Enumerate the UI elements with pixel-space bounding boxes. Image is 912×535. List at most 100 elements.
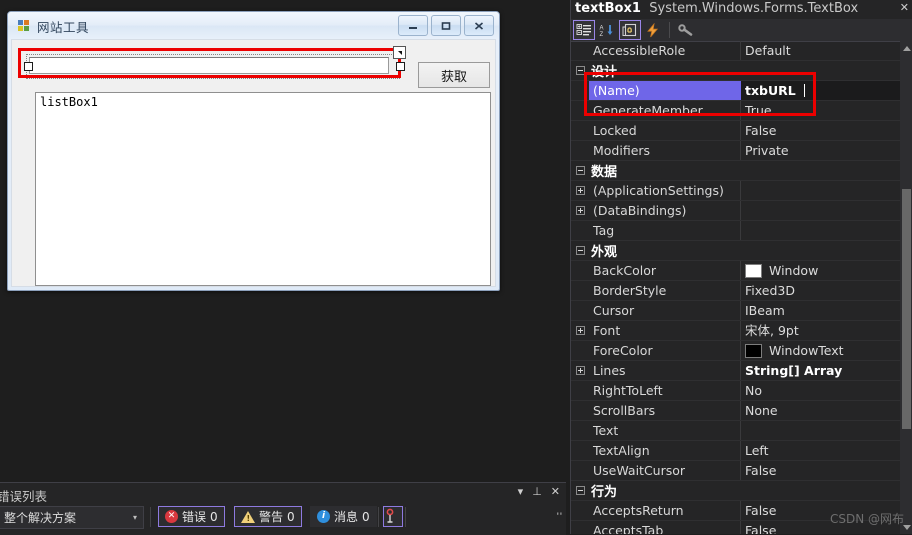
errors-count: 0 [210, 509, 218, 524]
properties-window[interactable]: textBox1 System.Windows.Forms.TextBox ✕ [570, 0, 912, 534]
property-category-10[interactable]: 外观 [571, 241, 900, 261]
property-row-cursor[interactable]: Cursor IBeam [571, 301, 900, 321]
close-icon[interactable]: ✕ [900, 1, 909, 14]
property-value[interactable] [741, 221, 900, 240]
winform-window-buttons[interactable] [398, 15, 494, 36]
category-collapse-icon[interactable] [571, 241, 589, 260]
chevron-down-icon[interactable]: ▾ [518, 486, 524, 498]
winform-titlebar[interactable]: 网站工具 [8, 12, 499, 39]
alphabetical-sort-icon[interactable]: A Z [596, 20, 618, 40]
warnings-filter-button[interactable]: 警告 0 [234, 506, 302, 527]
property-value[interactable]: None [741, 401, 900, 420]
property-name: ForeColor [589, 341, 741, 360]
property-value[interactable]: txbURL [741, 81, 900, 100]
property-row-tag[interactable]: Tag [571, 221, 900, 241]
property-value[interactable]: Left [741, 441, 900, 460]
expand-icon[interactable] [571, 321, 589, 340]
scope-dropdown[interactable]: 整个解决方案 ▾ [0, 506, 144, 529]
properties-grid[interactable]: AccessibleRole Default 设计 (Name) txbURL Gener… [571, 41, 900, 534]
property-row-scrollbars[interactable]: ScrollBars None [571, 401, 900, 421]
property-category-22[interactable]: 行为 [571, 481, 900, 501]
property-value[interactable]: IBeam [741, 301, 900, 320]
properties-page-icon[interactable] [619, 20, 641, 40]
property-value[interactable]: 宋体, 9pt [741, 321, 900, 340]
property-row-font[interactable]: Font 宋体, 9pt [571, 321, 900, 341]
winform-preview-window[interactable]: 网站工具 获取 listBox1 [7, 11, 500, 291]
property-value-text: None [745, 403, 778, 418]
property-row-textalign[interactable]: TextAlign Left [571, 441, 900, 461]
expand-icon[interactable] [571, 181, 589, 200]
expand-icon[interactable] [571, 201, 589, 220]
property-value-text: False [745, 503, 777, 518]
properties-toolbar[interactable]: A Z [571, 19, 912, 42]
property-category-1[interactable]: 设计 [571, 61, 900, 81]
property-value[interactable]: No [741, 381, 900, 400]
property-row-borderstyle[interactable]: BorderStyle Fixed3D [571, 281, 900, 301]
property-row-generatemember[interactable]: GenerateMember True [571, 101, 900, 121]
error-list-toolbar[interactable]: 整个解决方案 ▾ ✕ 错误 0 警告 0 i 消息 0 [0, 504, 566, 531]
property-row-applicationsettings[interactable]: (ApplicationSettings) [571, 181, 900, 201]
property-value-text: 宋体, 9pt [745, 323, 799, 338]
property-value[interactable]: Window [741, 261, 900, 280]
listbox1[interactable]: listBox1 [35, 92, 491, 286]
errors-filter-button[interactable]: ✕ 错误 0 [158, 506, 225, 527]
property-row-databindings[interactable]: (DataBindings) [571, 201, 900, 221]
row-spacer [571, 401, 589, 420]
property-value[interactable]: Private [741, 141, 900, 160]
row-spacer [571, 501, 589, 520]
property-row-accessiblerole[interactable]: AccessibleRole Default [571, 41, 900, 61]
close-icon[interactable] [464, 15, 494, 36]
property-row-locked[interactable]: Locked False [571, 121, 900, 141]
resize-handle-right[interactable] [396, 62, 405, 71]
categorized-view-icon[interactable] [573, 20, 595, 40]
color-swatch [745, 263, 762, 278]
property-row-name[interactable]: (Name) txbURL [571, 81, 900, 101]
property-row-modifiers[interactable]: Modifiers Private [571, 141, 900, 161]
property-pages-wrench-icon[interactable] [675, 20, 697, 40]
scroll-up-icon[interactable] [900, 41, 912, 55]
close-icon[interactable]: ✕ [551, 486, 560, 498]
expand-icon[interactable] [571, 361, 589, 380]
property-value[interactable]: WindowText [741, 341, 900, 360]
minimize-icon[interactable] [398, 15, 428, 36]
error-list-panel[interactable]: 错误列表 ▾ ⊥ ✕ 整个解决方案 ▾ ✕ 错误 0 警告 0 [0, 482, 566, 535]
properties-object-type: System.Windows.Forms.TextBox [649, 1, 859, 16]
form-designer-surface[interactable]: 网站工具 获取 listBox1 [0, 0, 570, 482]
events-icon[interactable] [642, 20, 664, 40]
pin-icon[interactable]: ⊥ [532, 486, 542, 498]
property-row-lines[interactable]: Lines String[] Array [571, 361, 900, 381]
property-value[interactable]: True [741, 101, 900, 120]
toolbar-overflow-icon[interactable]: '' [557, 511, 563, 523]
row-spacer [571, 281, 589, 300]
property-value[interactable] [741, 201, 900, 220]
property-value[interactable]: False [741, 461, 900, 480]
smart-tag-icon[interactable] [393, 46, 406, 59]
property-value[interactable]: String[] Array [741, 361, 900, 380]
error-list-header-buttons[interactable]: ▾ ⊥ ✕ [518, 486, 560, 498]
row-spacer [571, 121, 589, 140]
property-row-backcolor[interactable]: BackColor Window [571, 261, 900, 281]
property-value[interactable] [741, 181, 900, 200]
scrollbar-thumb[interactable] [902, 189, 911, 429]
property-row-text[interactable]: Text [571, 421, 900, 441]
property-value[interactable] [741, 421, 900, 440]
property-name: RightToLeft [589, 381, 741, 400]
category-collapse-icon[interactable] [571, 61, 589, 80]
property-category-6[interactable]: 数据 [571, 161, 900, 181]
property-value[interactable]: Fixed3D [741, 281, 900, 300]
property-value[interactable]: False [741, 121, 900, 140]
resize-handle-left[interactable] [24, 62, 33, 71]
property-value[interactable]: Default [741, 41, 900, 60]
properties-scrollbar[interactable] [900, 41, 912, 534]
filter-icon[interactable] [383, 506, 403, 527]
property-row-usewaitcursor[interactable]: UseWaitCursor False [571, 461, 900, 481]
chevron-down-icon[interactable]: ▾ [127, 513, 143, 522]
category-collapse-icon[interactable] [571, 481, 589, 500]
maximize-icon[interactable] [431, 15, 461, 36]
messages-filter-button[interactable]: i 消息 0 [310, 506, 377, 527]
property-row-forecolor[interactable]: ForeColor WindowText [571, 341, 900, 361]
errors-label: 错误 [182, 510, 207, 524]
property-row-righttoleft[interactable]: RightToLeft No [571, 381, 900, 401]
category-collapse-icon[interactable] [571, 161, 589, 180]
get-button[interactable]: 获取 [418, 62, 490, 88]
